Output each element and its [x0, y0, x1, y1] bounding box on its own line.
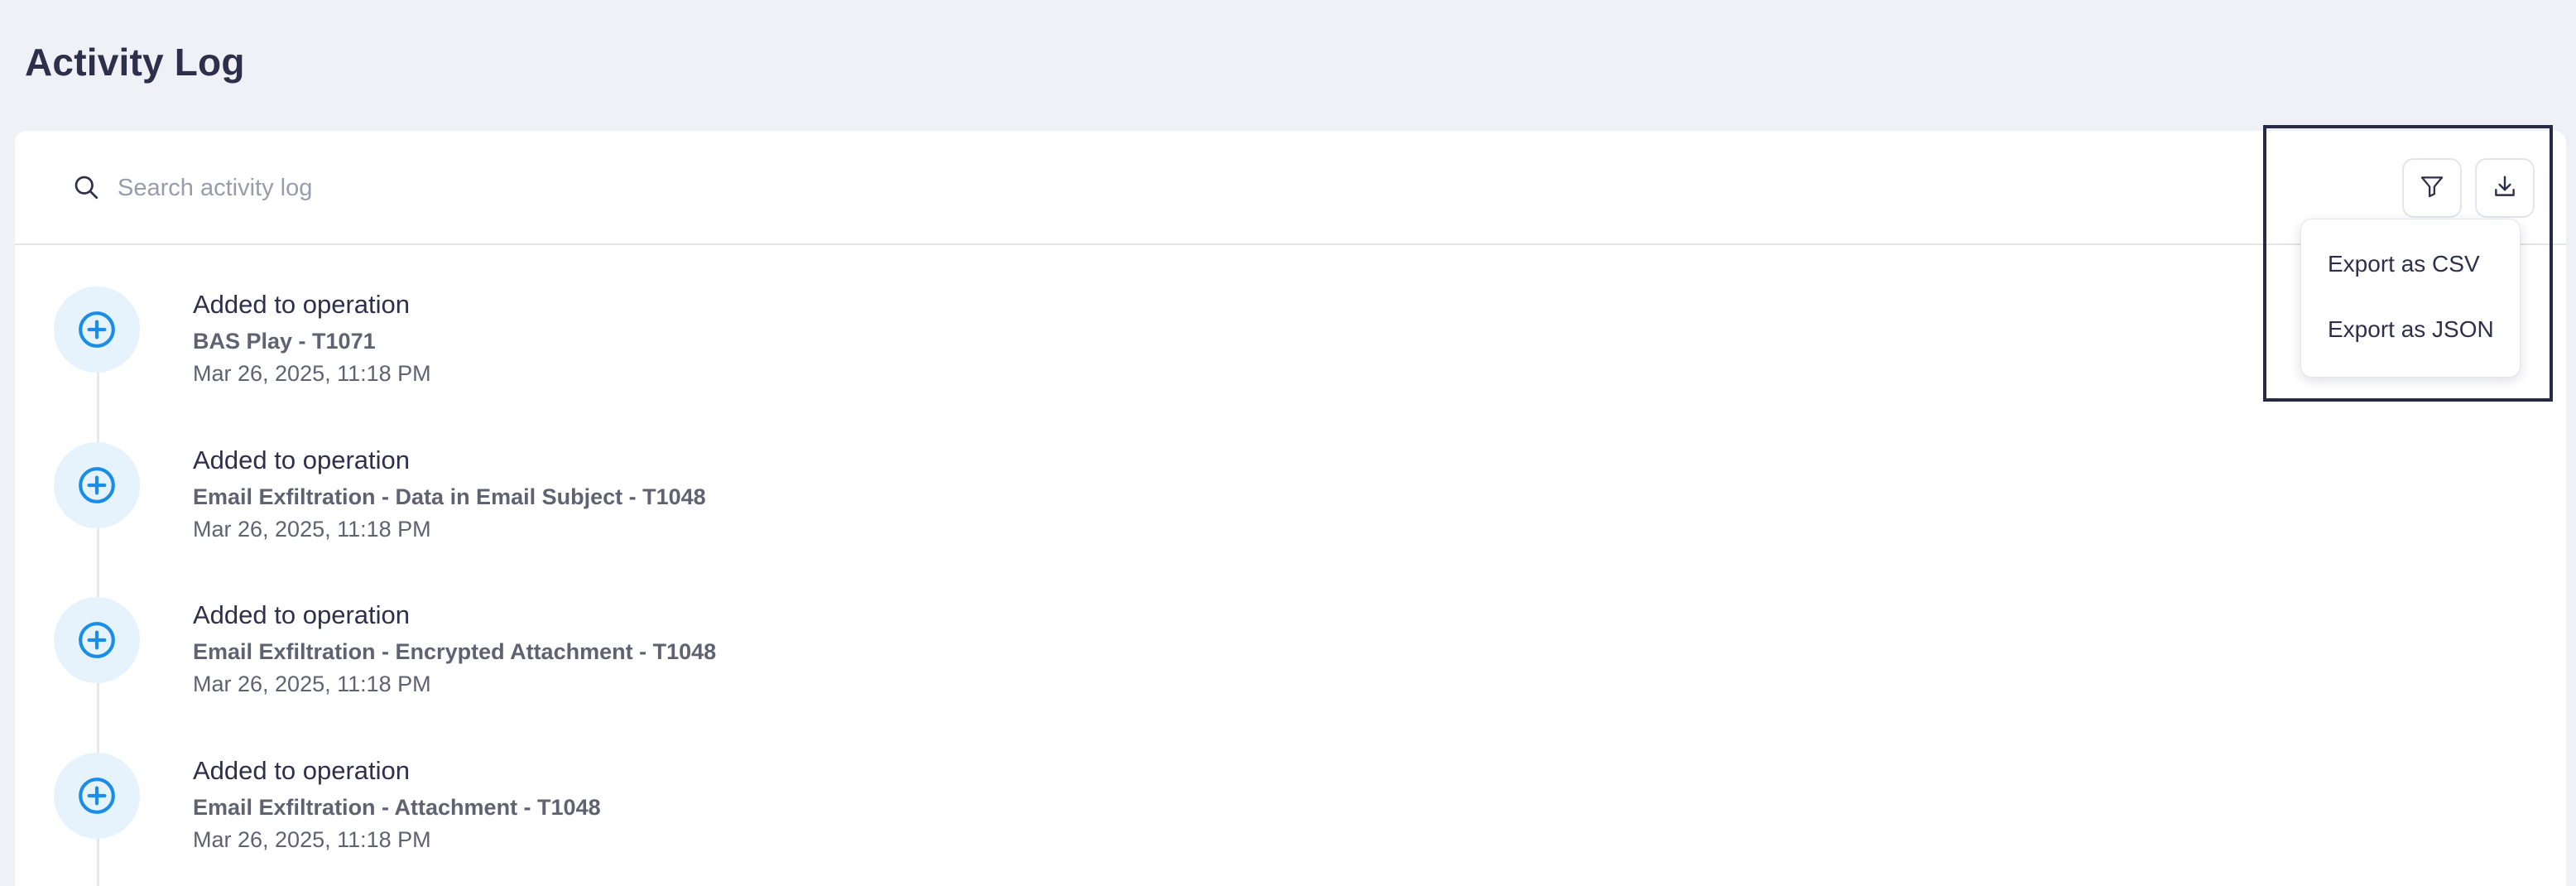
- activity-timeline: Added to operation BAS Play - T1071 Mar …: [15, 245, 2566, 886]
- activity-entry: Added to operation Email Exfiltration - …: [15, 401, 2566, 556]
- activity-log-card: Added to operation BAS Play - T1071 Mar …: [15, 131, 2566, 886]
- activity-subtitle: Email Exfiltration - Encrypted Attachmen…: [193, 639, 717, 664]
- activity-timestamp: Mar 26, 2025, 11:18 PM: [193, 672, 431, 696]
- page-title: Activity Log: [25, 41, 245, 84]
- activity-entry: Added to operation Email Exfiltration - …: [15, 711, 2566, 867]
- plus-circle-icon: [54, 442, 140, 528]
- activity-title: Added to operation: [193, 600, 410, 629]
- plus-circle-icon: [54, 753, 140, 839]
- plus-circle-icon: [54, 597, 140, 683]
- activity-subtitle: BAS Play - T1071: [193, 329, 376, 354]
- search-input[interactable]: [118, 167, 2104, 209]
- export-dropdown-menu: Export as CSV Export as JSON: [2300, 219, 2521, 378]
- download-button[interactable]: [2475, 158, 2535, 218]
- filter-button[interactable]: [2402, 158, 2462, 218]
- activity-title: Added to operation: [193, 756, 410, 785]
- activity-entry: Added to operation Email Exfiltration - …: [15, 556, 2566, 711]
- filter-icon: [2418, 172, 2446, 205]
- activity-timestamp: Mar 26, 2025, 11:18 PM: [193, 361, 431, 386]
- export-json-menu-item[interactable]: Export as JSON: [2328, 316, 2494, 343]
- export-csv-menu-item[interactable]: Export as CSV: [2328, 251, 2480, 277]
- activity-entry: Added to operation BAS Play - T1071 Mar …: [15, 245, 2566, 401]
- activity-title: Added to operation: [193, 445, 410, 474]
- activity-subtitle: Email Exfiltration - Attachment - T1048: [193, 795, 601, 820]
- search-icon: [71, 172, 101, 202]
- activity-timestamp: Mar 26, 2025, 11:18 PM: [193, 517, 431, 542]
- activity-timestamp: Mar 26, 2025, 11:18 PM: [193, 827, 431, 852]
- download-icon: [2491, 172, 2519, 205]
- activity-title: Added to operation: [193, 290, 410, 319]
- search-bar: [15, 131, 2566, 245]
- plus-circle-icon: [54, 287, 140, 373]
- activity-subtitle: Email Exfiltration - Data in Email Subje…: [193, 484, 706, 509]
